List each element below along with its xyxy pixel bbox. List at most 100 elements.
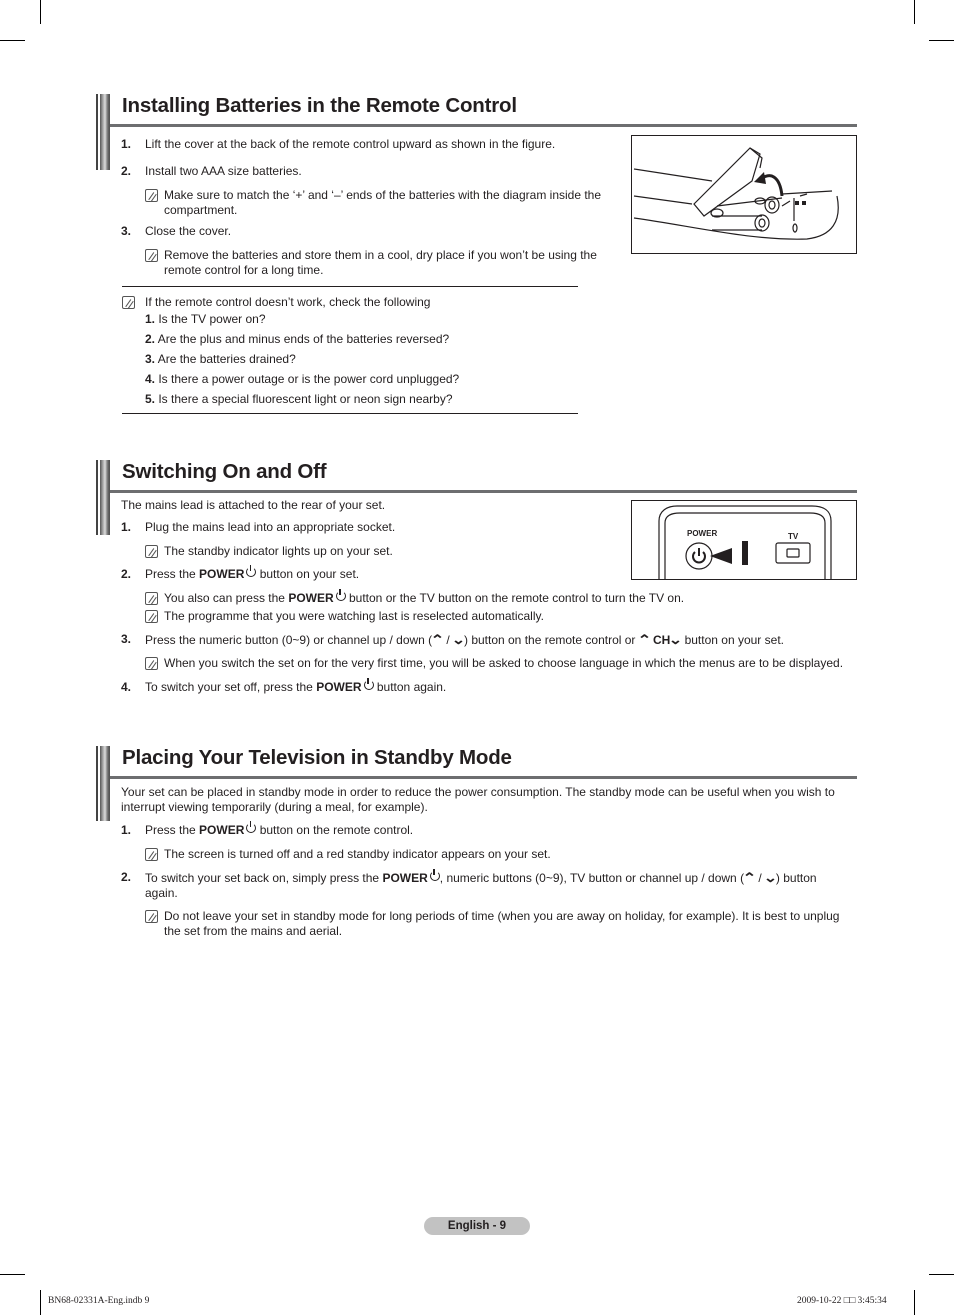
text: Press the (145, 567, 200, 581)
power-label: POWER (382, 871, 428, 885)
step-text: Press the POWER button on your set. (145, 565, 360, 582)
step-number: 3. (121, 224, 132, 238)
step-text: Press the numeric button (0~9) or channe… (145, 632, 784, 648)
section-title: Switching On and Off (122, 460, 327, 483)
text: ) button on the remote control or (463, 633, 639, 647)
tv-button-label: TV (788, 532, 799, 541)
divider (122, 286, 578, 287)
step-number: 2. (121, 567, 132, 581)
crop-mark (929, 40, 954, 41)
text: You also can press the (164, 591, 289, 605)
step-text: Close the cover. (145, 224, 232, 238)
check-item-text: Is there a power outage or is the power … (155, 372, 460, 386)
text: button on your set. (681, 633, 784, 647)
text: button again. (373, 680, 447, 694)
chevron-down-icon: ⌄ (451, 632, 466, 647)
step-number: 4. (121, 680, 132, 694)
note-icon (145, 592, 158, 605)
crop-mark (914, 1290, 915, 1315)
divider (122, 413, 578, 414)
check-item: 5. Is there a special fluorescent light … (145, 392, 453, 407)
crop-mark (40, 1290, 41, 1315)
note-text: Make sure to match the ‘+’ and ‘–’ ends … (164, 188, 602, 217)
note-icon (145, 610, 158, 623)
page-number-badge: English - 9 (424, 1217, 530, 1235)
note-icon (145, 249, 158, 262)
note-icon (145, 910, 158, 923)
note-icon (122, 296, 135, 309)
note-text: When you switch the set on for the very … (164, 656, 844, 670)
step-text: To switch your set off, press the POWER … (145, 678, 447, 695)
text: button on your set. (256, 567, 360, 581)
section-rule (110, 490, 857, 493)
check-item-text: Is the TV power on? (155, 312, 266, 326)
check-intro: If the remote control doesn’t work, chec… (145, 295, 431, 309)
check-item-text: Is there a special fluorescent light or … (155, 392, 453, 406)
section-title: Installing Batteries in the Remote Contr… (122, 94, 517, 117)
power-label: POWER (316, 680, 362, 694)
check-item-text: Are the plus and minus ends of the batte… (155, 332, 450, 346)
step-text: Install two AAA size batteries. (145, 164, 302, 178)
intro-text: The mains lead is attached to the rear o… (121, 498, 386, 512)
slug-filename: BN68-02331A-Eng.indb 9 (48, 1296, 150, 1306)
note-text: Do not leave your set in standby mode fo… (164, 909, 840, 938)
power-label: POWER (199, 567, 245, 581)
power-icon (363, 678, 374, 690)
slug-timestamp: 2009-10-22 □□ 3:45:34 (797, 1296, 887, 1306)
chevron-down-icon: ⌄ (763, 870, 778, 885)
section-marker (96, 94, 110, 170)
check-item-number: 5. (145, 392, 156, 406)
step-number: 1. (121, 137, 132, 151)
chevron-down-icon: ⌄ (668, 632, 683, 647)
note-text: The screen is turned off and a red stand… (164, 847, 551, 861)
power-icon (335, 589, 346, 601)
check-item-number: 4. (145, 372, 156, 386)
chevron-up-icon: ⌃ (742, 870, 757, 885)
check-item-number: 1. (145, 312, 156, 326)
check-item-text: Are the batteries drained? (155, 352, 296, 366)
remote-top-illustration: POWER TV (658, 505, 832, 579)
remote-power-figure: POWER TV (631, 500, 857, 580)
crop-mark (0, 40, 25, 41)
check-item: 1. Is the TV power on? (145, 312, 266, 327)
check-item: 2. Are the plus and minus ends of the ba… (145, 332, 449, 347)
text: To switch your set back on, simply press… (145, 871, 383, 885)
power-icon (246, 821, 257, 833)
note-icon (145, 545, 158, 558)
crop-mark (929, 1274, 954, 1275)
note-icon (145, 657, 158, 670)
step-number: 2. (121, 870, 132, 884)
step-number: 2. (121, 164, 132, 178)
section-switching: Switching On and Off The mains lead is a… (96, 460, 857, 705)
note-text: The programme that you were watching las… (164, 609, 544, 623)
section-rule (110, 124, 857, 127)
crop-mark (0, 1274, 25, 1275)
step-number: 3. (121, 632, 132, 646)
power-button-label: POWER (687, 529, 717, 538)
step-text: Press the POWER button on the remote con… (145, 821, 413, 838)
crop-mark (40, 0, 41, 24)
note-text: You also can press the POWER button or t… (164, 589, 684, 606)
check-item-number: 2. (145, 332, 156, 346)
section-marker (96, 460, 110, 535)
check-item-number: 3. (145, 352, 156, 366)
section-title: Placing Your Television in Standby Mode (122, 746, 512, 769)
text: Press the numeric button (0~9) or channe… (145, 633, 433, 647)
step-number: 1. (121, 823, 132, 837)
step-text: Plug the mains lead into an appropriate … (145, 520, 396, 534)
note-text: Remove the batteries and store them in a… (164, 248, 597, 277)
power-label: POWER (199, 823, 245, 837)
step-text: Lift the cover at the back of the remote… (145, 137, 556, 151)
intro-text: Your set can be placed in standby mode i… (121, 785, 835, 814)
note-icon (145, 189, 158, 202)
power-icon (429, 869, 440, 881)
power-icon (246, 565, 257, 577)
power-label: POWER (288, 591, 334, 605)
step-number: 1. (121, 520, 132, 534)
check-item: 4. Is there a power outage or is the pow… (145, 372, 459, 387)
remote-battery-illustration (633, 147, 839, 240)
chevron-up-icon: ⌃ (430, 632, 445, 647)
note-icon (145, 848, 158, 861)
battery-figure (631, 135, 857, 254)
text: Press the (145, 823, 200, 837)
